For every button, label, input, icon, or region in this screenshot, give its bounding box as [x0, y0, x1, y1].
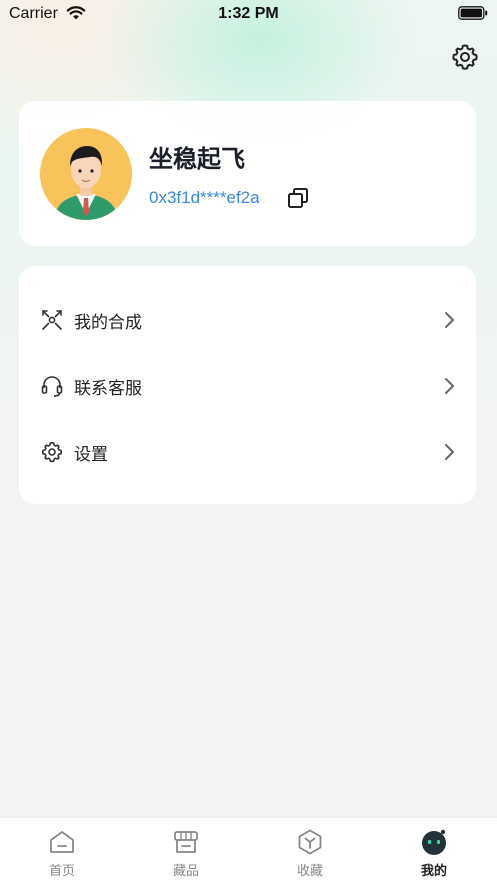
tab-label: 我的 [420, 864, 447, 879]
tab-home[interactable]: 首页 [0, 818, 124, 884]
menu-item-label: 我的合成 [74, 313, 142, 333]
username: 坐稳起飞 [149, 145, 245, 173]
cube-icon [296, 828, 324, 856]
copy-address-button[interactable] [287, 187, 309, 209]
tab-collections[interactable]: 藏品 [124, 818, 248, 884]
menu-card: 我的合成 联系客服 设置 [19, 266, 476, 504]
wallet-address: 0x3f1d****ef2a [149, 188, 260, 207]
settings-gear-button[interactable] [450, 42, 480, 72]
tab-mine[interactable]: 我的 [372, 818, 496, 884]
bottom-tab-bar: 首页 藏品 收藏 我的 [0, 817, 497, 884]
headset-icon [40, 374, 64, 398]
menu-item-label: 设置 [74, 445, 108, 465]
tab-favorites[interactable]: 收藏 [248, 818, 372, 884]
tab-label: 首页 [48, 864, 75, 879]
menu-item-my-synthesis[interactable]: 我的合成 [19, 292, 476, 348]
menu-item-contact-support[interactable]: 联系客服 [19, 358, 476, 414]
copy-icon [288, 188, 308, 208]
chevron-right-icon [444, 310, 456, 330]
chevron-right-icon [444, 376, 456, 396]
home-icon [48, 828, 76, 856]
gear-icon [452, 44, 478, 70]
avatar[interactable] [40, 128, 132, 220]
tab-label: 收藏 [296, 864, 323, 879]
profile-card: 坐稳起飞 0x3f1d****ef2a [19, 101, 476, 246]
synthesis-icon [40, 308, 64, 332]
status-bar: Carrier 1:32 PM [0, 0, 497, 28]
gear-icon [40, 440, 64, 464]
store-icon [172, 828, 200, 856]
robot-icon [420, 828, 448, 856]
chevron-right-icon [444, 442, 456, 462]
menu-item-settings[interactable]: 设置 [19, 424, 476, 480]
menu-item-label: 联系客服 [74, 379, 142, 399]
status-time: 1:32 PM [218, 5, 279, 22]
battery-icon [458, 6, 488, 25]
tab-label: 藏品 [172, 864, 199, 879]
